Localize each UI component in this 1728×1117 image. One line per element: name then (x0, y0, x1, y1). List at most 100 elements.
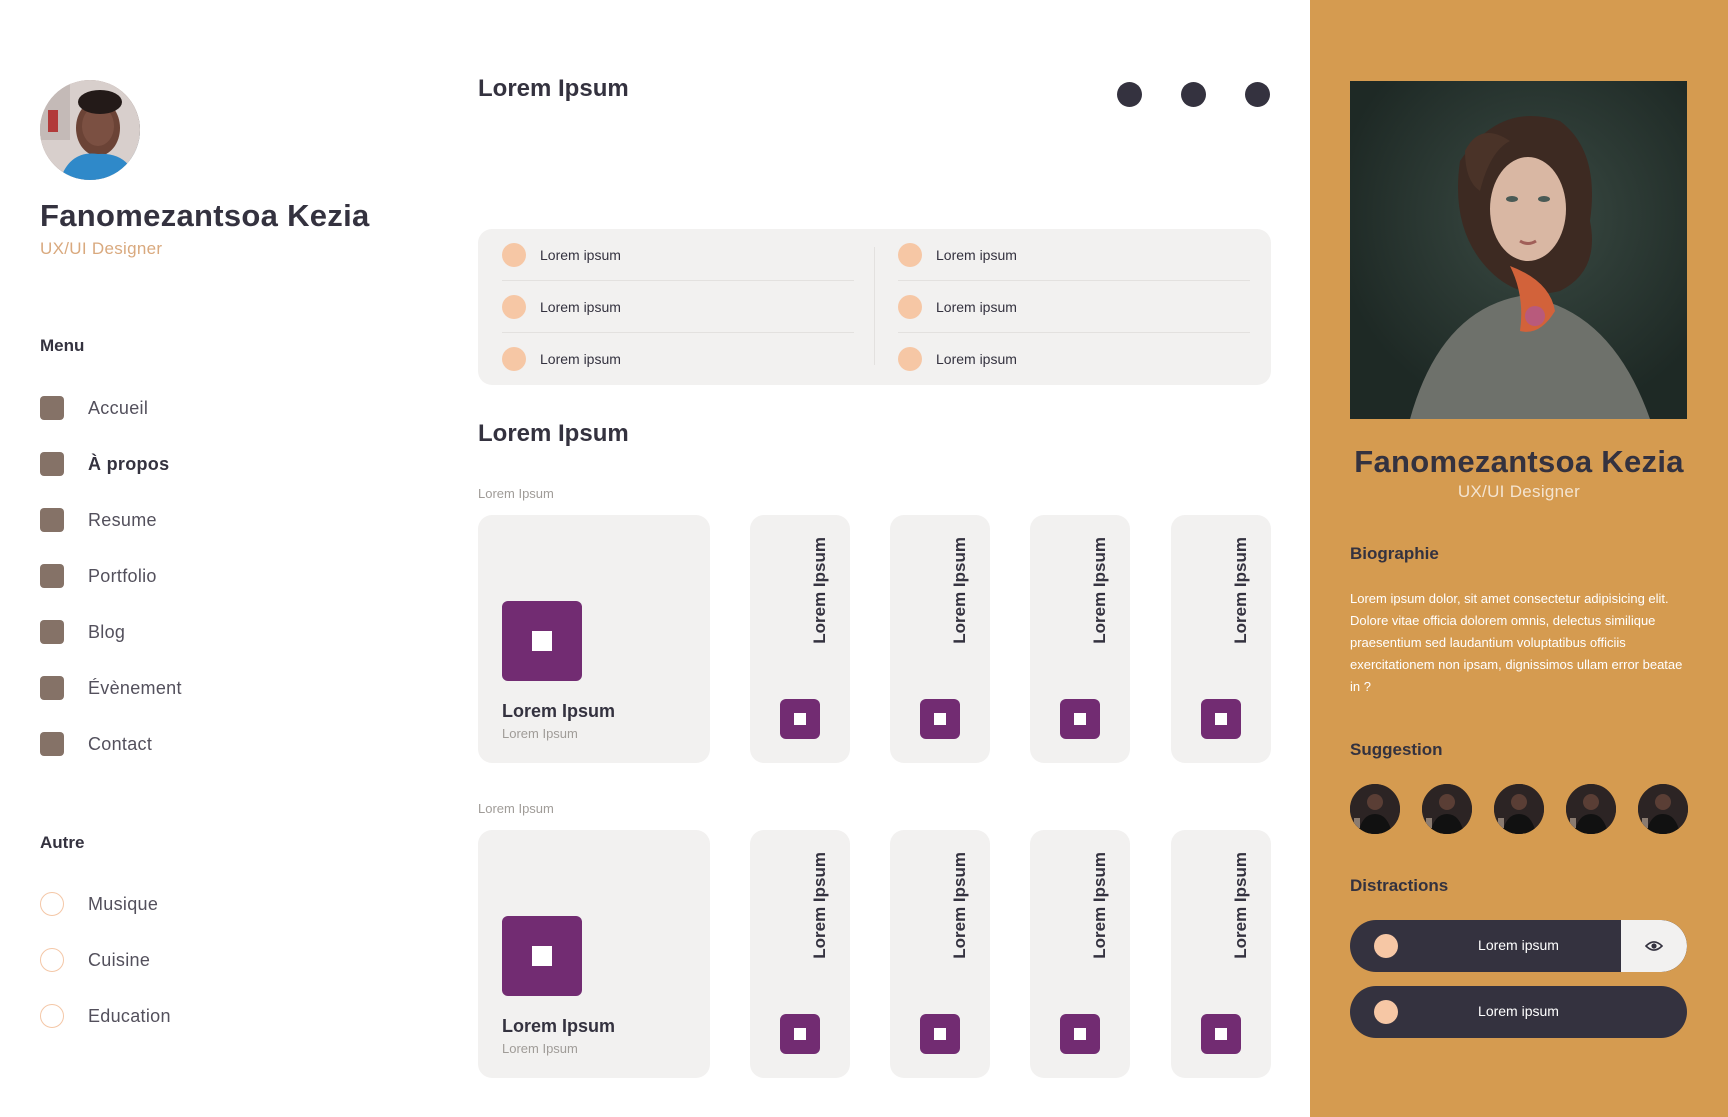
menu-item-label: À propos (88, 453, 170, 474)
tall-card[interactable]: Lorem Ipsum (1171, 515, 1271, 763)
square-icon (1060, 1014, 1100, 1054)
tall-card[interactable]: Lorem Ipsum (890, 515, 990, 763)
square-icon (780, 1014, 820, 1054)
tall-card-label: Lorem Ipsum (950, 537, 969, 644)
suggestion-avatar[interactable] (1422, 784, 1472, 834)
suggestion-avatar[interactable] (1566, 784, 1616, 834)
list-item-label: Lorem ipsum (936, 246, 1017, 263)
menu-square-icon (40, 676, 64, 700)
list-item[interactable]: Lorem ipsum (898, 333, 1250, 385)
eye-icon[interactable] (1621, 920, 1687, 972)
suggestion-title: Suggestion (1350, 740, 1443, 759)
menu-item-resume[interactable]: Resume (40, 492, 182, 548)
sidebar: Fanomezantsoa Kezia UX/UI Designer Menu … (0, 0, 460, 1117)
menu-list: Accueil À propos Resume Portfolio Blog É… (40, 380, 182, 772)
profile-panel: Fanomezantsoa Kezia UX/UI Designer Biogr… (1310, 0, 1728, 1117)
other-item-musique[interactable]: Musique (40, 876, 171, 932)
menu-square-icon (40, 732, 64, 756)
profile-portrait (1350, 81, 1687, 419)
menu-item-label: Contact (88, 733, 153, 754)
tall-card-label: Lorem Ipsum (1231, 537, 1250, 644)
menu-item-contact[interactable]: Contact (40, 716, 182, 772)
dot-icon[interactable] (1245, 82, 1270, 107)
tall-card-label: Lorem Ipsum (1090, 537, 1109, 644)
tall-card[interactable]: Lorem Ipsum (1171, 830, 1271, 1078)
circle-icon (40, 892, 64, 916)
header-dots (1117, 82, 1270, 107)
list-item[interactable]: Lorem ipsum (502, 333, 854, 385)
suggestion-avatar[interactable] (1494, 784, 1544, 834)
list-column: Lorem ipsum Lorem ipsum Lorem ipsum (502, 229, 854, 385)
distraction-item[interactable]: Lorem ipsum (1350, 920, 1687, 972)
panel-name: Fanomezantsoa Kezia (1354, 444, 1684, 479)
feature-card[interactable]: Lorem Ipsum Lorem Ipsum (478, 515, 710, 763)
list-item[interactable]: Lorem ipsum (898, 229, 1250, 281)
tall-card-label: Lorem Ipsum (950, 852, 969, 959)
square-icon (1060, 699, 1100, 739)
tall-card-label: Lorem Ipsum (810, 537, 829, 644)
tall-card[interactable]: Lorem Ipsum (750, 830, 850, 1078)
dot-icon (898, 242, 922, 267)
menu-item-a-propos[interactable]: À propos (40, 436, 182, 492)
tall-card[interactable]: Lorem Ipsum (1030, 830, 1130, 1078)
list-item[interactable]: Lorem ipsum (898, 281, 1250, 333)
list-item-label: Lorem ipsum (540, 246, 621, 263)
feature-card-subtitle: Lorem Ipsum (502, 1041, 578, 1056)
other-item-education[interactable]: Education (40, 988, 171, 1044)
suggestion-avatar[interactable] (1350, 784, 1400, 834)
other-item-cuisine[interactable]: Cuisine (40, 932, 171, 988)
dot-icon (502, 347, 526, 371)
suggestion-list (1350, 784, 1688, 834)
list-item[interactable]: Lorem ipsum (502, 229, 854, 281)
tall-card-label: Lorem Ipsum (1090, 852, 1109, 959)
panel-role: UX/UI Designer (1457, 482, 1581, 501)
suggestion-avatar[interactable] (1638, 784, 1688, 834)
other-title: Autre (40, 833, 85, 852)
square-icon (920, 699, 960, 739)
profile-avatar[interactable] (40, 80, 140, 180)
feature-card-title: Lorem Ipsum (502, 1016, 616, 1036)
menu-item-evenement[interactable]: Évènement (40, 660, 182, 716)
divider (874, 247, 875, 365)
list-item[interactable]: Lorem ipsum (502, 281, 854, 333)
menu-item-label: Blog (88, 621, 126, 642)
dot-icon (898, 294, 922, 319)
dot-icon[interactable] (1181, 82, 1206, 107)
menu-item-label: Accueil (88, 397, 149, 418)
list-column: Lorem ipsum Lorem ipsum Lorem ipsum (898, 229, 1250, 385)
square-icon (502, 916, 582, 996)
profile-role: UX/UI Designer (40, 239, 163, 258)
other-item-label: Musique (88, 893, 159, 914)
main-title: Lorem Ipsum (478, 75, 629, 102)
square-icon (780, 699, 820, 739)
tall-card[interactable]: Lorem Ipsum (750, 515, 850, 763)
square-icon (1201, 1014, 1241, 1054)
menu-item-accueil[interactable]: Accueil (40, 380, 182, 436)
dot-icon (898, 347, 922, 371)
bio-text: Lorem ipsum dolor, sit amet consectetur … (1350, 591, 1683, 694)
menu-item-blog[interactable]: Blog (40, 604, 182, 660)
profile-name: Fanomezantsoa Kezia (40, 198, 370, 233)
distraction-item[interactable]: Lorem ipsum (1350, 986, 1687, 1038)
list-card: Lorem ipsum Lorem ipsum Lorem ipsum Lore… (478, 229, 1271, 385)
feature-card[interactable]: Lorem Ipsum Lorem Ipsum (478, 830, 710, 1078)
other-item-label: Cuisine (88, 949, 151, 970)
dot-icon[interactable] (1117, 82, 1142, 107)
list-item-label: Lorem ipsum (936, 351, 1017, 367)
square-icon (920, 1014, 960, 1054)
menu-square-icon (40, 508, 64, 532)
section-title: Lorem Ipsum (478, 420, 629, 447)
other-item-label: Education (88, 1005, 171, 1026)
menu-title: Menu (40, 336, 85, 355)
other-list: Musique Cuisine Education (40, 876, 171, 1044)
tall-card[interactable]: Lorem Ipsum (1030, 515, 1130, 763)
menu-item-label: Portfolio (88, 565, 157, 586)
list-item-label: Lorem ipsum (540, 298, 621, 315)
tall-card-label: Lorem Ipsum (810, 852, 829, 959)
avatar-photo (40, 80, 140, 180)
section-label: Lorem Ipsum (478, 486, 554, 501)
menu-square-icon (40, 396, 64, 420)
menu-item-portfolio[interactable]: Portfolio (40, 548, 182, 604)
tall-card-label: Lorem Ipsum (1231, 852, 1250, 959)
tall-card[interactable]: Lorem Ipsum (890, 830, 990, 1078)
